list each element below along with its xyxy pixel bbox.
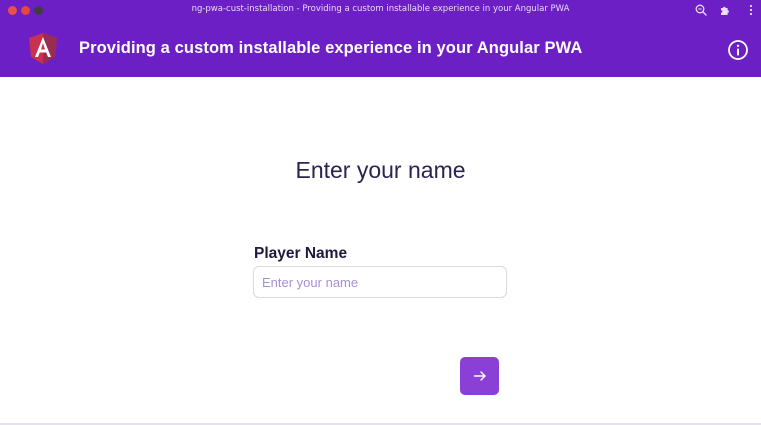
angular-logo-icon bbox=[29, 33, 57, 64]
more-menu-icon[interactable] bbox=[744, 3, 758, 17]
info-icon[interactable] bbox=[727, 39, 749, 61]
main-heading: Enter your name bbox=[295, 157, 466, 183]
next-button[interactable] bbox=[460, 357, 499, 395]
window-titlebar: ng-pwa-cust-installation - Providing a c… bbox=[0, 0, 761, 22]
player-name-label: Player Name bbox=[254, 245, 348, 262]
arrow-right-icon bbox=[473, 371, 486, 381]
window-title: ng-pwa-cust-installation - Providing a c… bbox=[191, 4, 570, 14]
page-title: Providing a custom installable experienc… bbox=[79, 39, 583, 57]
app-header: Providing a custom installable experienc… bbox=[0, 22, 761, 77]
zoom-icon[interactable] bbox=[694, 3, 708, 17]
player-name-input[interactable] bbox=[253, 266, 507, 298]
extensions-icon[interactable] bbox=[718, 3, 732, 17]
browser-window: ng-pwa-cust-installation - Providing a c… bbox=[0, 0, 761, 425]
